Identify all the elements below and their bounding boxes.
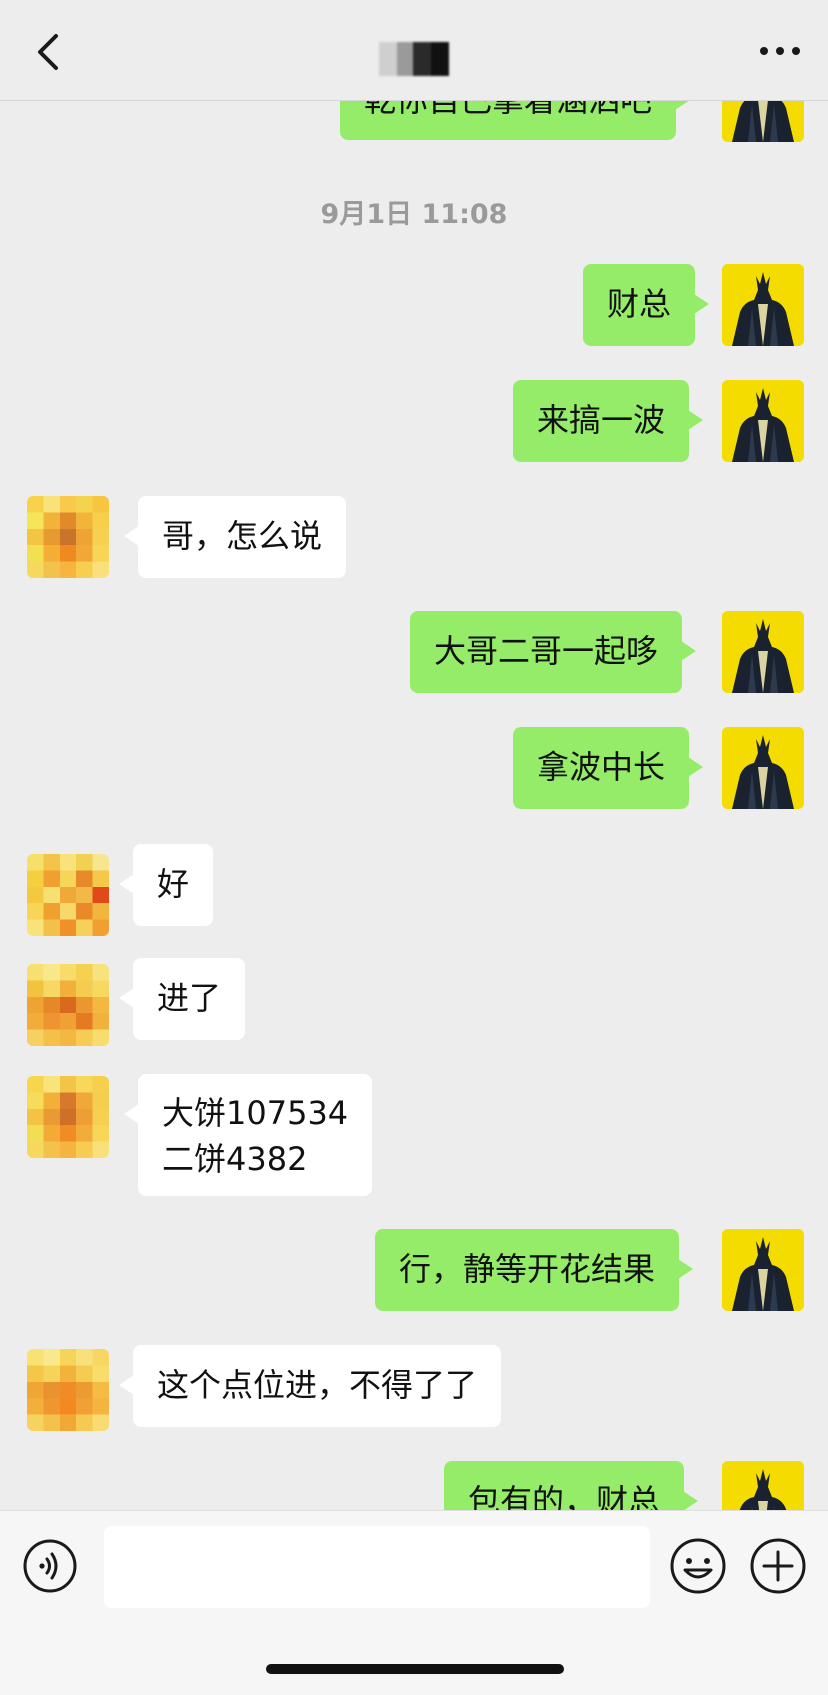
my-avatar[interactable]	[722, 727, 804, 809]
message-bubble-incoming[interactable]: 哥，怎么说	[123, 496, 347, 578]
emoji-icon	[670, 1538, 726, 1594]
my-avatar[interactable]	[722, 611, 804, 693]
redacted-contact-name	[379, 42, 449, 76]
message-text: 大哥二哥一起哆	[434, 632, 659, 670]
message-bubble-outgoing[interactable]: 行，静等开花结果	[375, 1229, 694, 1311]
voice-input-button[interactable]	[22, 1538, 78, 1594]
message-text: 好	[157, 865, 190, 903]
more-button[interactable]	[756, 36, 804, 66]
more-dots-icon	[760, 47, 800, 55]
contact-avatar[interactable]	[27, 854, 109, 936]
message-text-line-1: 大饼107534	[162, 1094, 349, 1132]
emoji-button[interactable]	[668, 1536, 728, 1596]
message-text: 进了	[157, 979, 222, 1017]
contact-avatar[interactable]	[27, 1349, 109, 1431]
chat-title	[0, 38, 828, 76]
contact-avatar[interactable]	[27, 964, 109, 1046]
message-text: 行，静等开花结果	[399, 1250, 656, 1288]
message-bubble-incoming[interactable]: 好	[118, 844, 214, 926]
message-text: 这个点位进，不得了了	[157, 1366, 478, 1404]
message-text: 拿波中长	[537, 748, 666, 786]
plus-icon	[750, 1538, 806, 1594]
message-bubble-incoming[interactable]: 这个点位进，不得了了	[118, 1345, 502, 1427]
message-bubble-outgoing[interactable]: 来搞一波	[513, 380, 704, 462]
chat-area[interactable]: 乾你自己拿着涵泗吧 9月1日 11:08 财总 来搞一波 哥，怎么说 大哥二哥一…	[0, 0, 828, 1510]
message-timestamp: 9月1日 11:08	[320, 199, 508, 230]
my-avatar[interactable]	[722, 1229, 804, 1311]
message-bubble-incoming[interactable]: 进了	[118, 958, 246, 1040]
message-bubble-outgoing[interactable]: 拿波中长	[513, 727, 704, 809]
my-avatar[interactable]	[722, 1461, 804, 1510]
message-text: 哥，怎么说	[162, 517, 323, 555]
my-avatar[interactable]	[722, 264, 804, 346]
message-bubble-outgoing[interactable]: 包有的，财总	[444, 1461, 699, 1510]
contact-avatar[interactable]	[27, 1076, 109, 1158]
home-indicator	[266, 1664, 564, 1674]
message-bubble-incoming[interactable]: 大饼107534 二饼4382	[123, 1074, 373, 1196]
more-functions-button[interactable]	[748, 1536, 808, 1596]
chat-header	[0, 0, 828, 101]
message-bubble-outgoing[interactable]: 财总	[583, 264, 710, 346]
message-input[interactable]	[104, 1526, 650, 1608]
message-text: 来搞一波	[537, 401, 666, 439]
message-bubble-outgoing[interactable]: 大哥二哥一起哆	[410, 611, 697, 693]
voice-icon	[23, 1539, 77, 1593]
my-avatar[interactable]	[722, 380, 804, 462]
contact-avatar[interactable]	[27, 496, 109, 578]
message-text: 财总	[607, 285, 672, 323]
message-text-line-2: 二饼4382	[162, 1140, 308, 1178]
message-text: 包有的，财总	[468, 1482, 661, 1510]
